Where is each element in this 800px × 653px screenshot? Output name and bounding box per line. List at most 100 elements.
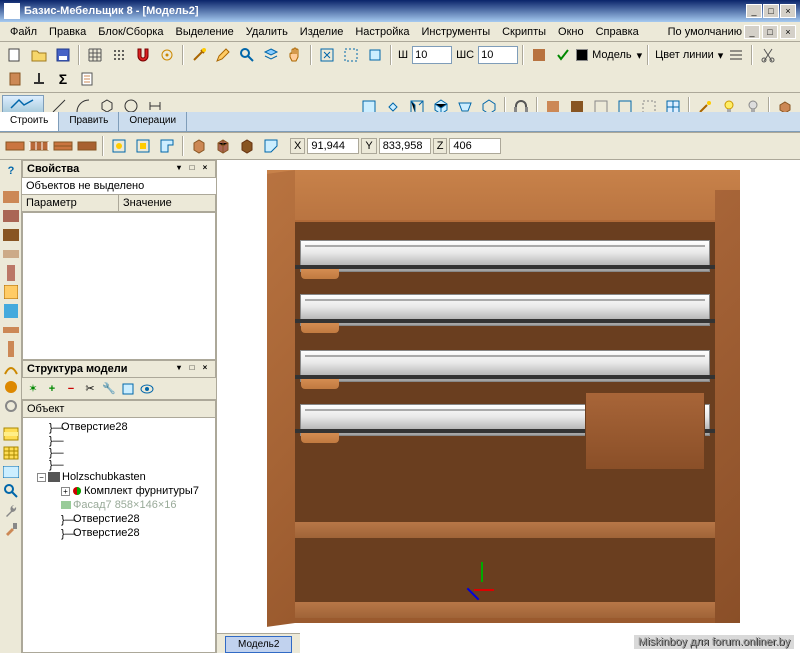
save-icon[interactable] xyxy=(52,44,74,66)
tree-item[interactable]: }— xyxy=(25,434,213,446)
panel-a-icon[interactable] xyxy=(4,135,26,157)
check-icon[interactable] xyxy=(552,44,574,66)
notch-cut-icon[interactable] xyxy=(260,135,282,157)
props-col-value[interactable]: Значение xyxy=(119,195,216,211)
widthc-input[interactable] xyxy=(478,46,518,64)
perpendicular-icon[interactable] xyxy=(28,68,50,90)
coord-y-val[interactable]: 833,958 xyxy=(379,138,431,154)
layers-icon[interactable] xyxy=(260,44,282,66)
cut-icon[interactable] xyxy=(757,44,779,66)
struct-pin-icon[interactable]: ▾ xyxy=(173,363,185,375)
rect-select-icon[interactable] xyxy=(340,44,362,66)
tree-item-hole[interactable]: }—Отверстие28 xyxy=(25,512,213,526)
notch-icon[interactable] xyxy=(156,135,178,157)
menu-tools[interactable]: Инструменты xyxy=(416,24,497,40)
magnet-icon[interactable] xyxy=(132,44,154,66)
struct-dock-icon[interactable]: □ xyxy=(186,363,198,375)
tree-scissors-icon[interactable]: ✂ xyxy=(81,380,99,398)
tree-eye-icon[interactable] xyxy=(138,380,156,398)
props-dock-icon[interactable]: □ xyxy=(186,163,198,175)
cut-b-icon[interactable] xyxy=(132,135,154,157)
coord-x-val[interactable]: 91,944 xyxy=(307,138,359,154)
mat-thin-icon[interactable] xyxy=(2,245,20,263)
menu-default[interactable]: По умолчанию xyxy=(668,26,742,38)
coord-z-val[interactable]: 406 xyxy=(449,138,501,154)
menu-settings[interactable]: Настройка xyxy=(349,24,415,40)
tree-expand-icon[interactable]: ✶ xyxy=(24,380,42,398)
tool-grid-icon[interactable] xyxy=(2,444,20,462)
mat-curve-icon[interactable] xyxy=(2,359,20,377)
tree-del-icon[interactable]: − xyxy=(62,380,80,398)
box-c-icon[interactable] xyxy=(236,135,258,157)
hand-icon[interactable] xyxy=(284,44,306,66)
zoom-icon[interactable] xyxy=(236,44,258,66)
menu-edit[interactable]: Правка xyxy=(43,24,92,40)
menu-window[interactable]: Окно xyxy=(552,24,590,40)
mat-ball-icon[interactable] xyxy=(2,378,20,396)
new-icon[interactable] xyxy=(4,44,26,66)
texture-icon[interactable] xyxy=(528,44,550,66)
menu-block[interactable]: Блок/Сборка xyxy=(92,24,169,40)
open-icon[interactable] xyxy=(28,44,50,66)
menu-help[interactable]: Справка xyxy=(590,24,645,40)
tool-wrench-icon[interactable] xyxy=(2,501,20,519)
minimize-button[interactable]: _ xyxy=(746,4,762,18)
tree-view-icon[interactable] xyxy=(119,380,137,398)
mat-wood1-icon[interactable] xyxy=(2,188,20,206)
tool-drawer-icon[interactable] xyxy=(2,425,20,443)
marquee-icon[interactable] xyxy=(364,44,386,66)
menu-select[interactable]: Выделение xyxy=(170,24,240,40)
linecolor-label[interactable]: Цвет линии xyxy=(653,49,716,61)
mat-ring-icon[interactable] xyxy=(2,397,20,415)
props-close-icon[interactable]: × xyxy=(199,163,211,175)
menu-delete[interactable]: Удалить xyxy=(240,24,294,40)
menu-scripts[interactable]: Скрипты xyxy=(496,24,552,40)
tree-item-kit[interactable]: +Комплект фурнитуры7 xyxy=(25,484,213,498)
grid-icon[interactable] xyxy=(84,44,106,66)
box-a-icon[interactable] xyxy=(188,135,210,157)
tree-item-facade[interactable]: Фасад7 858×146×16 xyxy=(25,498,213,512)
tab-ops[interactable]: Операции xyxy=(119,112,187,131)
struct-close-icon[interactable]: × xyxy=(199,363,211,375)
restore-button[interactable]: □ xyxy=(763,4,779,18)
mat-wood2-icon[interactable] xyxy=(2,207,20,225)
mat-square-icon[interactable] xyxy=(2,283,20,301)
sigma-icon[interactable]: Σ xyxy=(52,68,74,90)
tree-wrench-icon[interactable]: 🔧 xyxy=(100,380,118,398)
lineweight-icon[interactable] xyxy=(725,44,747,66)
box-b-icon[interactable] xyxy=(212,135,234,157)
panel-d-icon[interactable] xyxy=(76,135,98,157)
mat-vert-icon[interactable] xyxy=(2,264,20,282)
tab-edit[interactable]: Править xyxy=(59,112,119,131)
mat-wood3-icon[interactable] xyxy=(2,226,20,244)
book-icon[interactable] xyxy=(4,68,26,90)
tree-item-hole[interactable]: }—Отверстие28 xyxy=(25,526,213,540)
tree-item-holz[interactable]: −Holzschubkasten xyxy=(25,470,213,484)
help-icon[interactable]: ? xyxy=(2,162,20,180)
tool-search-icon[interactable] xyxy=(2,482,20,500)
mdi-min-button[interactable]: _ xyxy=(744,25,760,39)
panel-b-icon[interactable] xyxy=(28,135,50,157)
mdi-restore-button[interactable]: □ xyxy=(762,25,778,39)
cut-a-icon[interactable] xyxy=(108,135,130,157)
tree-header[interactable]: Объект xyxy=(23,401,215,418)
tab-build[interactable]: Строить xyxy=(0,112,59,131)
props-col-param[interactable]: Параметр xyxy=(22,195,119,211)
tree-toggle[interactable]: − xyxy=(37,473,46,482)
tool-profile-icon[interactable] xyxy=(2,463,20,481)
mat-edge-icon[interactable] xyxy=(2,340,20,358)
menu-file[interactable]: Файл xyxy=(4,24,43,40)
tree-item[interactable]: }— xyxy=(25,458,213,470)
tree-toggle[interactable]: + xyxy=(61,487,70,496)
dots-icon[interactable] xyxy=(108,44,130,66)
mat-blue-icon[interactable] xyxy=(2,302,20,320)
report-icon[interactable] xyxy=(76,68,98,90)
tree-item[interactable]: }— xyxy=(25,446,213,458)
mdi-close-button[interactable]: × xyxy=(780,25,796,39)
pencil-icon[interactable] xyxy=(212,44,234,66)
snap-icon[interactable] xyxy=(156,44,178,66)
fit-icon[interactable] xyxy=(316,44,338,66)
3d-viewport[interactable]: Модель2 Miskinboy для forum.onliner.by xyxy=(217,160,800,653)
tool-brush-icon[interactable] xyxy=(2,520,20,538)
color-swatch[interactable] xyxy=(576,49,588,61)
